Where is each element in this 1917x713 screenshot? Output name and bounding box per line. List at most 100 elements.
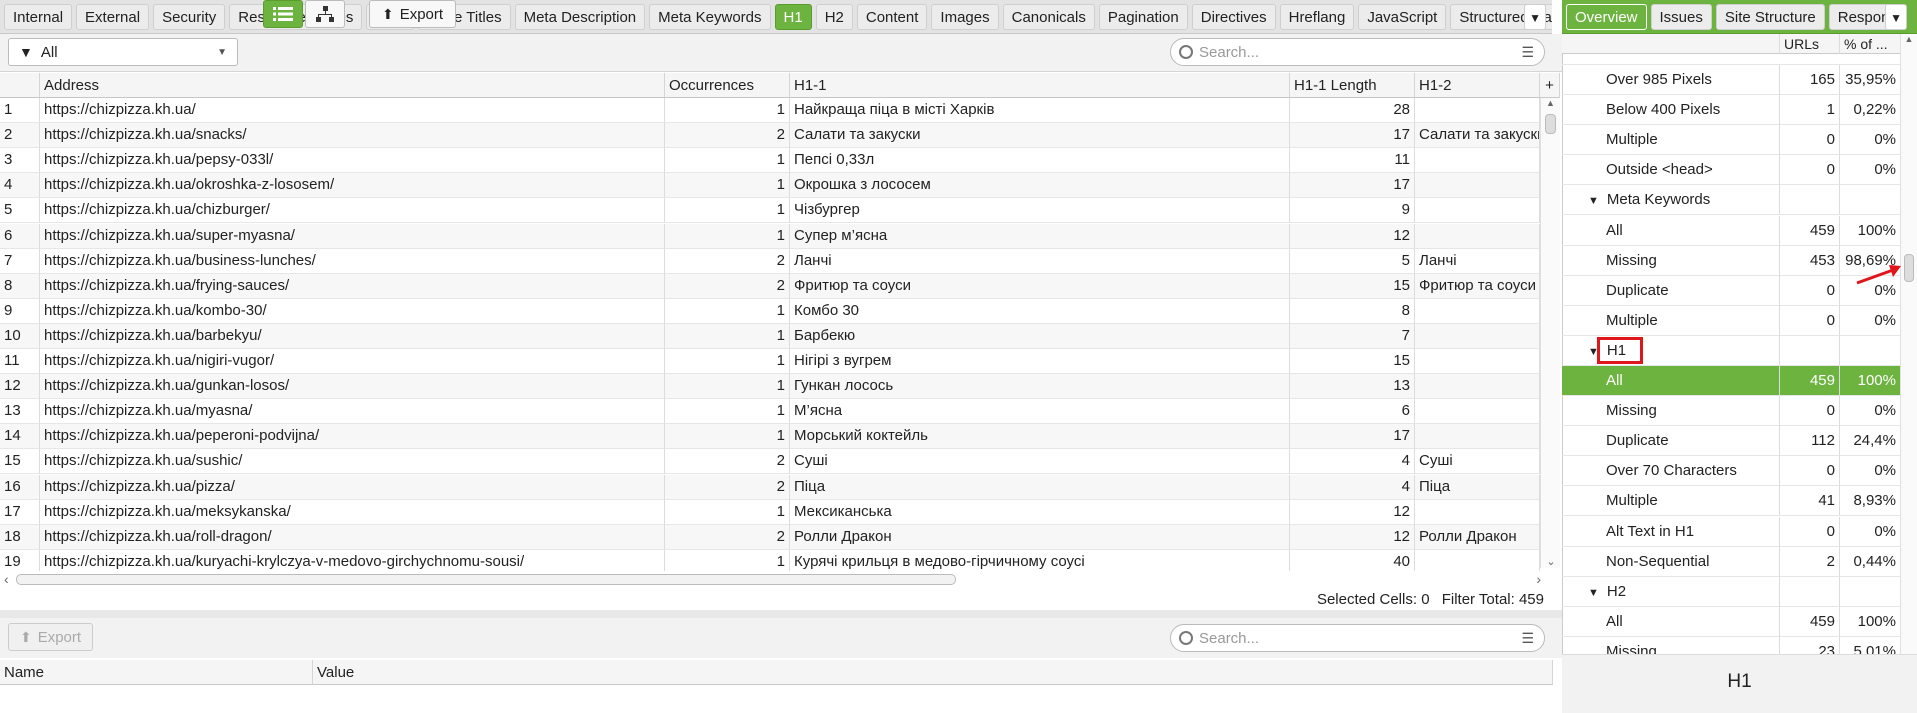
tab-canonicals[interactable]: Canonicals [1002,3,1095,30]
overview-item[interactable]: Missing 453 98,69% [1562,245,1900,276]
tab-security[interactable]: Security [153,3,226,30]
right-tab-overview[interactable]: Overview [1566,3,1647,30]
lower-export-button[interactable]: ⬆ Export [8,623,93,651]
h1-2-cell[interactable] [1415,399,1540,425]
occurrences-cell[interactable]: 1 [665,223,790,249]
address-cell[interactable]: https://chizpizza.kh.ua/pizza/ [40,474,665,500]
h1-2-cell[interactable]: Піца [1415,474,1540,500]
h1-1-length-cell[interactable]: 17 [1290,424,1415,450]
scroll-up-icon[interactable]: ▲ [1541,98,1560,108]
tab-external[interactable]: External [76,3,150,30]
overview-item[interactable]: Multiple 0 0% [1562,125,1900,156]
tab-internal[interactable]: Internal [4,3,73,30]
overview-item[interactable]: All 459 100% [1562,215,1900,246]
h1-1-cell[interactable]: Морський коктейль [790,424,1290,450]
export-button[interactable]: ⬆ Export [369,0,456,28]
scroll-left-icon[interactable]: ‹ [4,571,9,587]
h1-2-cell[interactable] [1415,374,1540,400]
address-cell[interactable]: https://chizpizza.kh.ua/roll-dragon/ [40,524,665,550]
row-index[interactable]: 14 [0,424,40,450]
h1-2-cell[interactable] [1415,424,1540,450]
overview-item[interactable]: Non-Sequential 2 0,44% [1562,546,1900,577]
occurrences-cell[interactable]: 2 [665,524,790,550]
tab-hreflang[interactable]: Hreflang [1279,3,1355,30]
tab-h2[interactable]: H2 [815,3,853,30]
occurrences-cell[interactable]: 1 [665,298,790,324]
h1-2-cell[interactable] [1415,223,1540,249]
table-row[interactable]: 6 https://chizpizza.kh.ua/super-myasna/1 С… [0,223,1540,249]
tab-javascript[interactable]: JavaScript [1358,3,1447,30]
h1-1-length-cell[interactable]: 12 [1290,499,1415,525]
address-cell[interactable]: https://chizpizza.kh.ua/snacks/ [40,123,665,149]
h1-1-length-cell[interactable]: 28 [1290,98,1415,123]
h1-2-cell[interactable] [1415,323,1540,349]
scroll-down-icon[interactable]: ⌄ [1541,555,1561,568]
overview-col-percent[interactable]: % of ... [1840,34,1900,54]
tabs-overflow-icon[interactable]: ▼ [1524,4,1546,30]
right-tab-issues[interactable]: Issues [1650,3,1712,30]
address-cell[interactable]: https://chizpizza.kh.ua/kombo-30/ [40,298,665,324]
h1-1-cell[interactable]: Окрошка з лососем [790,173,1290,199]
table-row[interactable]: 2 https://chizpizza.kh.ua/snacks/2 Салати … [0,123,1540,149]
table-row[interactable]: 15 https://chizpizza.kh.ua/sushic/2 Суші 4 С… [0,449,1540,475]
occurrences-cell[interactable]: 2 [665,123,790,149]
h1-1-length-cell[interactable]: 13 [1290,374,1415,400]
address-cell[interactable]: https://chizpizza.kh.ua/frying-sauces/ [40,273,665,299]
tab-images[interactable]: Images [931,3,999,30]
h1-1-length-cell[interactable]: 9 [1290,198,1415,224]
overview-section[interactable]: ▼ H2 [1562,576,1900,607]
address-cell[interactable]: https://chizpizza.kh.ua/barbekyu/ [40,323,665,349]
h1-1-length-cell[interactable]: 12 [1290,524,1415,550]
col-header-address[interactable]: Address [40,73,665,98]
address-cell[interactable]: https://chizpizza.kh.ua/business-lunches… [40,248,665,274]
overview-item[interactable]: Missing 0 0% [1562,396,1900,427]
h1-1-length-cell[interactable]: 12 [1290,223,1415,249]
occurrences-cell[interactable]: 1 [665,399,790,425]
h1-2-cell[interactable]: Салати та закуски [1415,123,1540,149]
h1-1-cell[interactable]: Комбо 30 [790,298,1290,324]
h1-1-length-cell[interactable]: 11 [1290,148,1415,174]
h1-1-cell[interactable]: Пепсі 0,33л [790,148,1290,174]
col-header-h1-2[interactable]: H1-2 [1415,73,1540,98]
overview-item[interactable]: Duplicate 112 24,4% [1562,426,1900,457]
occurrences-cell[interactable]: 2 [665,474,790,500]
collapse-icon[interactable]: ▼ [1588,587,1599,599]
h1-1-length-cell[interactable]: 7 [1290,323,1415,349]
right-tabs-overflow-icon[interactable]: ▼ [1885,4,1907,30]
h1-1-cell[interactable]: Супер м’ясна [790,223,1290,249]
row-index[interactable]: 8 [0,273,40,299]
h1-1-length-cell[interactable]: 15 [1290,349,1415,374]
occurrences-cell[interactable]: 1 [665,173,790,199]
overview-item[interactable]: Multiple 41 8,93% [1562,486,1900,517]
tab-pagination[interactable]: Pagination [1098,3,1188,30]
occurrences-cell[interactable]: 1 [665,499,790,525]
overview-col-urls[interactable]: URLs [1780,34,1840,54]
table-row[interactable]: 8 https://chizpizza.kh.ua/frying-sauces/2… [0,273,1540,299]
occurrences-cell[interactable]: 2 [665,248,790,274]
h1-2-cell[interactable]: Ланчі [1415,248,1540,274]
overview-item[interactable]: All 459 100% [1562,606,1900,637]
row-index[interactable]: 13 [0,399,40,425]
table-row[interactable]: 13 https://chizpizza.kh.ua/myasna/1 М’ясна… [0,399,1540,425]
row-index[interactable]: 12 [0,374,40,400]
overview-section[interactable]: ▼ Meta Keywords [1562,185,1900,216]
row-index[interactable]: 2 [0,123,40,149]
occurrences-cell[interactable]: 1 [665,98,790,123]
table-row[interactable]: 16 https://chizpizza.kh.ua/pizza/2 Піца 4 Пі… [0,474,1540,500]
occurrences-cell[interactable]: 1 [665,374,790,400]
row-index[interactable]: 15 [0,449,40,475]
h1-1-length-cell[interactable]: 15 [1290,273,1415,299]
occurrences-cell[interactable]: 1 [665,148,790,174]
row-index[interactable]: 4 [0,173,40,199]
overview-item[interactable]: Duplicate 0 0% [1562,275,1900,306]
table-row[interactable]: 14 https://chizpizza.kh.ua/peperoni-podvi… [0,424,1540,450]
overview-vertical-thumb[interactable] [1904,254,1914,282]
h1-1-length-cell[interactable]: 4 [1290,474,1415,500]
col-header-occurrences[interactable]: Occurrences [665,73,790,98]
address-cell[interactable]: https://chizpizza.kh.ua/ [40,98,665,123]
h1-1-cell[interactable]: Салати та закуски [790,123,1290,149]
overview-item[interactable]: All 459 100% [1562,366,1900,396]
lower-search-input[interactable]: Search... ☰ [1170,624,1545,652]
h1-1-length-cell[interactable]: 17 [1290,173,1415,199]
occurrences-cell[interactable]: 1 [665,349,790,374]
